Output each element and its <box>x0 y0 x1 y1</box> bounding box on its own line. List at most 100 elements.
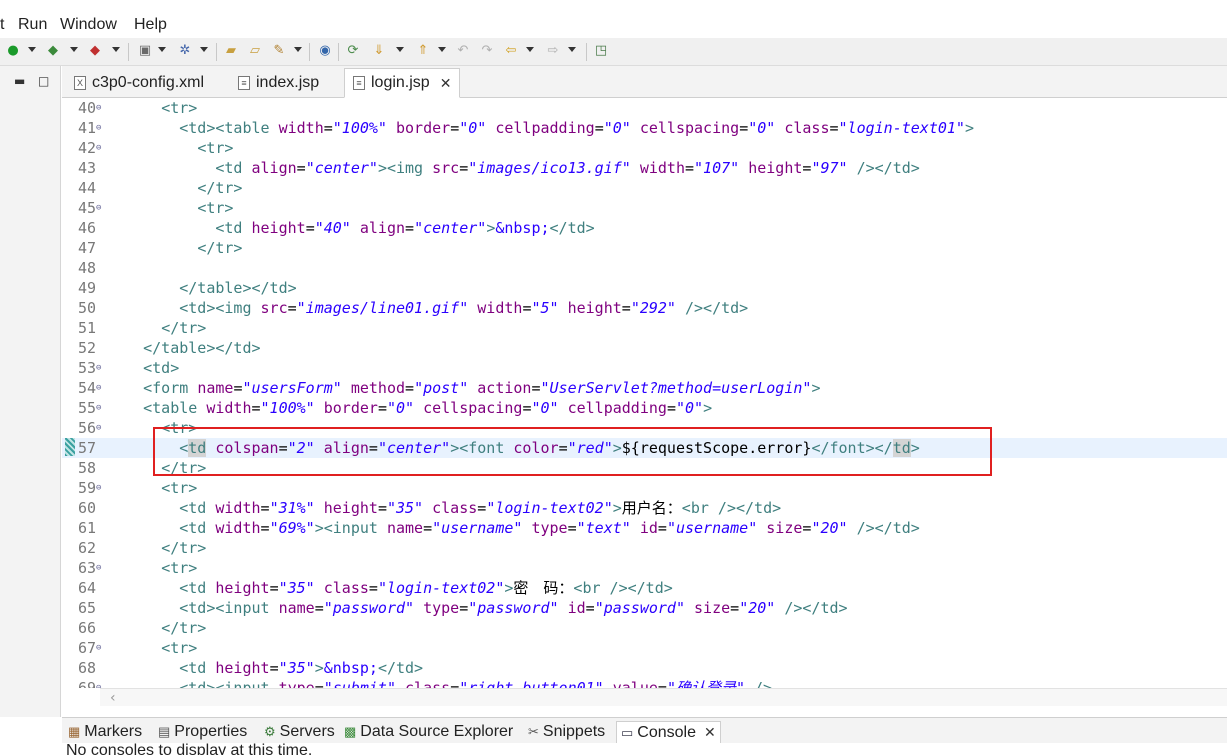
close-icon[interactable]: ✕ <box>440 75 452 92</box>
fold-icon[interactable]: ⊖ <box>96 98 106 118</box>
code-line: 55 ⊖ <table width="100%" border="0" cells… <box>62 398 1227 418</box>
line-number: 48 <box>77 259 96 277</box>
fold-icon[interactable]: ⊖ <box>96 678 106 688</box>
refresh-icon[interactable]: ⟳ <box>344 42 362 60</box>
code-line: 59 ⊖ <tr> <box>62 478 1227 498</box>
maximize-icon[interactable]: □ <box>38 74 49 88</box>
open-resource-icon[interactable]: ▱ <box>246 42 264 60</box>
next-annotation-icon[interactable]: ⇓ <box>370 42 388 60</box>
menu-run[interactable]: Run <box>18 15 47 35</box>
prev-annotation-dropdown-icon[interactable] <box>438 47 446 52</box>
line-number: 50 <box>77 299 96 317</box>
fold-icon[interactable]: ⊖ <box>96 378 106 398</box>
code-line: 54 ⊖ <form name="usersForm" method="post"… <box>62 378 1227 398</box>
forward-icon[interactable]: ⇨ <box>544 42 562 60</box>
code-line: 51 </tr> <box>62 318 1227 338</box>
jsp-file-icon: ≡ <box>353 76 365 90</box>
line-number: 56 <box>77 419 96 437</box>
line-number: 55 <box>77 399 96 417</box>
toolbar-separator <box>586 43 587 61</box>
fold-icon[interactable]: ⊖ <box>96 418 106 438</box>
line-number: 63 <box>77 559 96 577</box>
fold-icon[interactable]: ⊖ <box>96 118 106 138</box>
line-number: 53 <box>77 359 96 377</box>
fold-icon[interactable]: ⊖ <box>96 638 106 658</box>
close-icon[interactable]: ✕ <box>704 724 716 741</box>
coverage-dropdown-icon[interactable] <box>112 47 120 52</box>
tab-login-jsp[interactable]: ≡ login.jsp ✕ <box>344 68 461 98</box>
line-number: 41 <box>77 119 96 137</box>
bookmark-marker-icon[interactable] <box>65 438 75 456</box>
forward-dropdown-icon[interactable] <box>568 47 576 52</box>
line-number: 46 <box>77 219 96 237</box>
code-line: 48 <box>62 258 1227 278</box>
run-icon[interactable]: ● <box>4 42 22 60</box>
fold-icon[interactable]: ⊖ <box>96 358 106 378</box>
tab-markers[interactable]: ▦ Markers <box>68 721 142 743</box>
fold-icon[interactable]: ⊖ <box>96 558 106 578</box>
search-dropdown-icon[interactable] <box>294 47 302 52</box>
tab-console[interactable]: ▭ Console ✕ <box>616 721 721 743</box>
tab-servers[interactable]: ⚙ Servers <box>264 721 335 743</box>
line-number: 59 <box>77 479 96 497</box>
line-number: 65 <box>77 599 96 617</box>
tab-index-jsp[interactable]: ≡ index.jsp <box>230 68 327 98</box>
search-icon[interactable]: ✎ <box>270 42 288 60</box>
code-line: 40 ⊖ <tr> <box>62 98 1227 118</box>
tab-label: Data Source Explorer <box>360 723 514 740</box>
code-line: 47 </tr> <box>62 238 1227 258</box>
fold-icon[interactable]: ⊖ <box>96 478 106 498</box>
toolbar-separator <box>216 43 217 61</box>
menu-help[interactable]: Help <box>134 15 167 35</box>
last-edit-icon[interactable]: ↶ <box>454 42 472 60</box>
menu-navigate[interactable]: t <box>0 15 4 35</box>
xml-file-icon: X <box>74 76 86 90</box>
back-dropdown-icon[interactable] <box>526 47 534 52</box>
toolbar-separator <box>128 43 129 61</box>
open-type-icon[interactable]: ▰ <box>222 42 240 60</box>
last-edit-forward-icon[interactable]: ↷ <box>478 42 496 60</box>
annotation-highlight-box <box>153 427 992 476</box>
horizontal-scrollbar[interactable]: ‹ <box>100 688 1227 706</box>
code-line: 41 ⊖ <td><table width="100%" border="0" c… <box>62 118 1227 138</box>
scroll-left-icon[interactable]: ‹ <box>110 689 116 707</box>
next-annotation-dropdown-icon[interactable] <box>396 47 404 52</box>
line-number: 69 <box>77 679 96 688</box>
line-number: 68 <box>77 659 96 677</box>
toolbar-separator <box>309 43 310 61</box>
open-perspective-icon[interactable]: ◳ <box>592 42 610 60</box>
fold-icon[interactable]: ⊖ <box>96 138 106 158</box>
tab-data-source-explorer[interactable]: ▩ Data Source Explorer <box>344 721 513 743</box>
prev-annotation-icon[interactable]: ⇑ <box>414 42 432 60</box>
new-wizard-icon[interactable]: ✲ <box>176 42 194 60</box>
run-dropdown-icon[interactable] <box>28 47 36 52</box>
line-number: 60 <box>77 499 96 517</box>
snippets-icon: ✂ <box>528 724 539 739</box>
console-icon: ▭ <box>621 724 634 740</box>
tab-c3p0-config[interactable]: X c3p0-config.xml <box>66 68 212 98</box>
code-line: 68 <td height="35">&nbsp;</td> <box>62 658 1227 678</box>
new-wizard-dropdown-icon[interactable] <box>200 47 208 52</box>
new-server-icon[interactable]: ▣ <box>136 42 154 60</box>
new-server-dropdown-icon[interactable] <box>158 47 166 52</box>
code-line: 45 ⊖ <tr> <box>62 198 1227 218</box>
code-editor[interactable]: 40 ⊖ <tr> 41 ⊖ <td><table width="100%" bor… <box>62 98 1227 688</box>
code-line: 67 ⊖ <tr> <box>62 638 1227 658</box>
back-icon[interactable]: ⇦ <box>502 42 520 60</box>
code-line: 46 <td height="40" align="center">&nbsp;… <box>62 218 1227 238</box>
fold-icon[interactable]: ⊖ <box>96 198 106 218</box>
minimize-icon[interactable]: ▬ <box>14 74 25 88</box>
tab-label: Markers <box>84 723 143 740</box>
line-number: 44 <box>77 179 96 197</box>
coverage-icon[interactable]: ◆ <box>86 42 104 60</box>
tab-snippets[interactable]: ✂ Snippets <box>528 721 605 743</box>
debug-icon[interactable]: ◆ <box>44 42 62 60</box>
code-line: 49 </table></td> <box>62 278 1227 298</box>
left-minimized-panel: ▬ □ <box>0 66 61 717</box>
tab-properties[interactable]: ▤ Properties <box>158 721 247 743</box>
menu-window[interactable]: Window <box>60 15 117 35</box>
servers-icon: ⚙ <box>264 724 276 739</box>
fold-icon[interactable]: ⊖ <box>96 398 106 418</box>
debug-dropdown-icon[interactable] <box>70 47 78 52</box>
globe-icon[interactable]: ◉ <box>316 42 334 60</box>
